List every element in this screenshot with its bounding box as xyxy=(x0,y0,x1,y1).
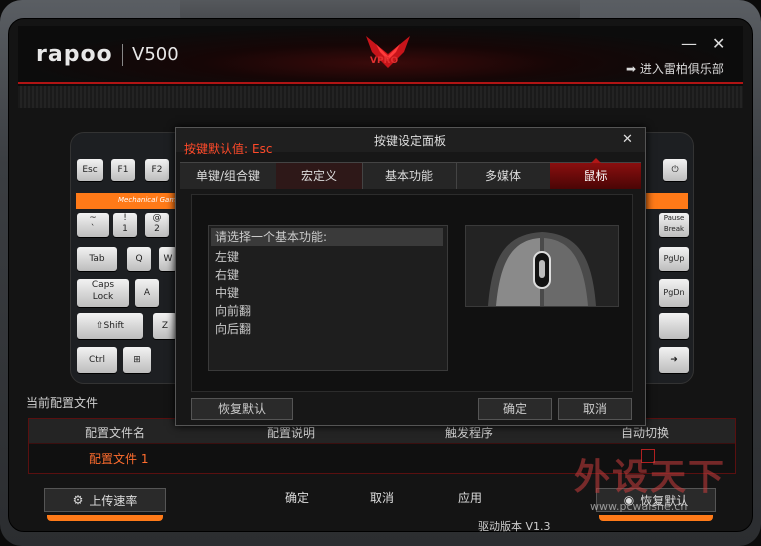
key-tilde[interactable]: ~ ` xyxy=(77,213,109,237)
key-1[interactable]: ! 1 xyxy=(113,213,137,237)
gear-icon: ⚙ xyxy=(72,493,84,507)
key-settings-dialog: 按键设定面板 ✕ 按键默认值: Esc 单键/组合键 宏定义 基本功能 多媒体 鼠… xyxy=(175,127,646,426)
key-z[interactable]: Z xyxy=(153,313,177,339)
dialog-title: 按键设定面板 xyxy=(374,134,447,148)
watermark-text: 外设天下 xyxy=(574,457,727,498)
list-item[interactable]: 中键 xyxy=(215,284,239,301)
default-key-value: Esc xyxy=(252,142,273,156)
key-pgdn[interactable]: PgDn xyxy=(659,279,689,307)
vpro-logo-text: VPRO xyxy=(370,56,399,66)
brand-separator xyxy=(122,44,123,66)
tab-mouse[interactable]: 鼠标 xyxy=(550,158,641,189)
header: rapoo V500 VPRO — ✕ ➡ 进入雷柏俱乐部 xyxy=(18,26,743,88)
dialog-close-button[interactable]: ✕ xyxy=(622,132,633,147)
power-icon: ⏻ xyxy=(671,165,679,175)
mouse-icon xyxy=(488,232,596,306)
function-list-header: 请选择一个基本功能: xyxy=(211,228,443,246)
profile-section-title: 当前配置文件 xyxy=(26,396,99,410)
column-header: 触发程序 xyxy=(445,426,494,440)
list-item[interactable]: 向前翻 xyxy=(215,302,251,319)
watermark-url: www.pcwaishe.cn xyxy=(590,500,688,513)
upload-rate-button[interactable]: ⚙ 上传速率 xyxy=(44,488,166,521)
mouse-preview xyxy=(465,225,619,307)
key-end[interactable] xyxy=(659,313,689,339)
list-item[interactable]: 左键 xyxy=(215,248,239,265)
active-tab-indicator xyxy=(590,158,601,163)
model-name: V500 xyxy=(132,44,179,65)
arrow-right-key-icon: ➜ xyxy=(670,355,678,365)
close-button[interactable]: ✕ xyxy=(712,34,725,53)
key-a[interactable]: A xyxy=(135,279,159,307)
key-arrow-right[interactable]: ➜ xyxy=(659,347,689,373)
key-esc[interactable]: Esc xyxy=(77,159,103,181)
key-pgup[interactable]: PgUp xyxy=(659,247,689,271)
driver-version: 驱动版本 V1.3 xyxy=(478,520,551,533)
club-link[interactable]: ➡ 进入雷柏俱乐部 xyxy=(626,60,724,77)
key-capslock[interactable]: Caps Lock xyxy=(77,279,129,307)
key-2[interactable]: @ 2 xyxy=(145,213,169,237)
dialog-body: 请选择一个基本功能: 左键 右键 中键 向前翻 向后翻 xyxy=(191,194,633,392)
vpro-logo-icon xyxy=(366,36,410,68)
key-f2[interactable]: F2 xyxy=(145,159,169,181)
key-q[interactable]: Q xyxy=(127,247,151,271)
arrow-right-icon: ➡ xyxy=(626,62,637,76)
key-tab[interactable]: Tab xyxy=(77,247,117,271)
key-ctrl[interactable]: Ctrl xyxy=(77,347,117,373)
apply-button[interactable]: 应用 xyxy=(458,489,482,506)
dialog-restore-default-button[interactable]: 恢复默认 xyxy=(191,398,293,420)
profile-name: 配置文件 1 xyxy=(89,452,149,466)
upload-rate-label: 上传速率 xyxy=(89,493,138,508)
key-f1[interactable]: F1 xyxy=(111,159,135,181)
cancel-button[interactable]: 取消 xyxy=(370,489,394,506)
brand-logo: rapoo xyxy=(36,42,113,67)
minimize-button[interactable]: — xyxy=(681,34,697,53)
tab-single-combo[interactable]: 单键/组合键 xyxy=(180,163,277,189)
list-item[interactable]: 向后翻 xyxy=(215,320,251,337)
windows-icon: ⊞ xyxy=(133,355,141,365)
tab-multimedia[interactable]: 多媒体 xyxy=(456,163,551,189)
tab-basic[interactable]: 基本功能 xyxy=(362,163,457,189)
column-header: 自动切换 xyxy=(621,426,670,440)
list-item[interactable]: 右键 xyxy=(215,266,239,283)
club-link-label: 进入雷柏俱乐部 xyxy=(639,62,724,76)
key-power[interactable]: ⏻ xyxy=(663,159,687,181)
tab-mouse-label: 鼠标 xyxy=(583,169,608,183)
restore-default-accent xyxy=(599,515,713,521)
decorative-stripes xyxy=(18,86,743,108)
column-header: 配置文件名 xyxy=(85,426,146,440)
confirm-button[interactable]: 确定 xyxy=(285,489,309,506)
key-windows[interactable]: ⊞ xyxy=(123,347,151,373)
dialog-cancel-button[interactable]: 取消 xyxy=(558,398,632,420)
tab-macro[interactable]: 宏定义 xyxy=(276,163,363,189)
dialog-ok-button[interactable]: 确定 xyxy=(478,398,552,420)
default-key-label: 按键默认值: xyxy=(184,142,249,156)
key-shift[interactable]: ⇧Shift xyxy=(77,313,143,339)
column-header: 配置说明 xyxy=(267,426,316,440)
default-key-info: 按键默认值: Esc xyxy=(184,140,272,157)
header-divider xyxy=(18,82,743,84)
upload-rate-accent xyxy=(47,515,163,521)
function-list[interactable]: 请选择一个基本功能: 左键 右键 中键 向前翻 向后翻 xyxy=(208,225,448,371)
key-pause[interactable]: Pause Break xyxy=(659,213,689,237)
dialog-tabs: 单键/组合键 宏定义 基本功能 多媒体 鼠标 xyxy=(180,158,641,189)
